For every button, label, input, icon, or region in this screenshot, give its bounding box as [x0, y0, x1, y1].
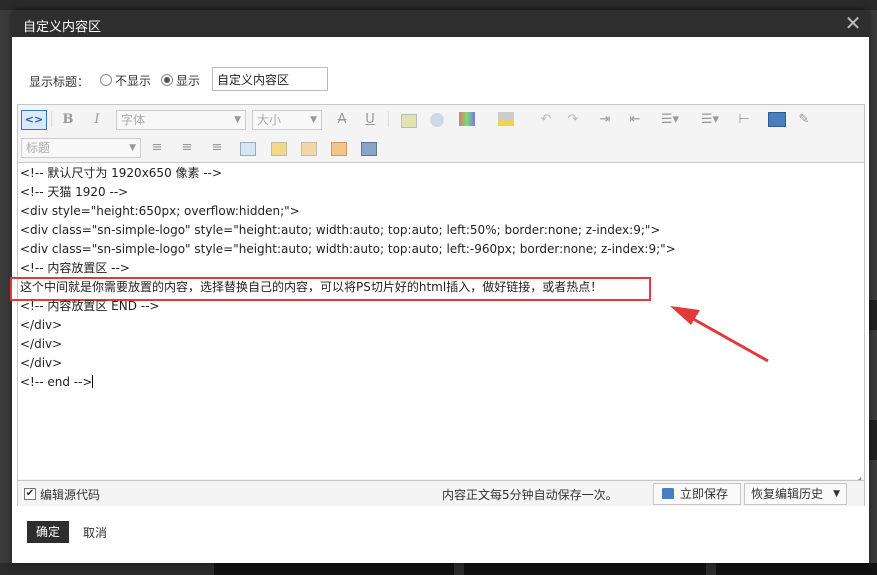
arrow-head	[670, 306, 700, 325]
annotation-arrow	[670, 306, 769, 363]
arrow-shaft	[687, 314, 769, 363]
